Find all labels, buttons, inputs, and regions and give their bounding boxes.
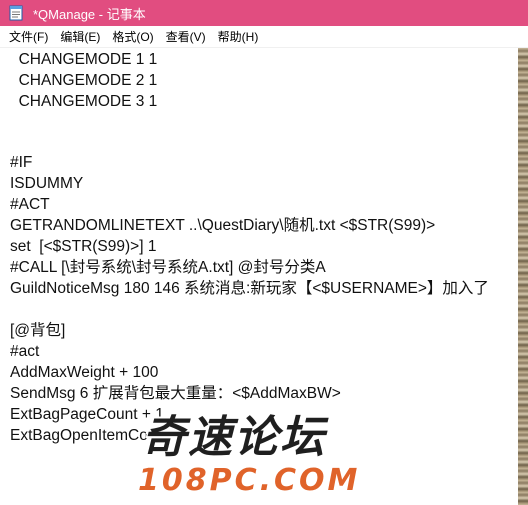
background-edge — [518, 48, 528, 505]
watermark-chinese-text: 奇速论坛 — [142, 412, 326, 463]
site-watermark: 奇速论坛 108PC.COM — [138, 414, 388, 502]
menu-view[interactable]: 查看(V) — [160, 28, 212, 45]
editor-line: ISDUMMY — [10, 175, 84, 192]
editor-line: CHANGEMODE 2 1 — [10, 72, 158, 89]
menu-file[interactable]: 文件(F) — [0, 28, 54, 45]
editor-line: GuildNoticeMsg 180 146 系统消息:新玩家【<$USERNA… — [10, 280, 489, 297]
menu-bar: 文件(F) 编辑(E) 格式(O) 查看(V) 帮助(H) — [0, 26, 528, 47]
editor-line: set [<$STR(S99)>] 1 — [10, 238, 157, 255]
editor-line: CHANGEMODE 1 1 — [10, 51, 158, 68]
editor-line: [@背包] — [10, 322, 66, 339]
editor-line: SendMsg 6 扩展背包最大重量：<$AddMaxBW> — [10, 385, 341, 402]
editor-line: #act — [10, 343, 40, 360]
editor-line: AddMaxWeight + 100 — [10, 364, 159, 381]
menu-format[interactable]: 格式(O) — [106, 28, 159, 45]
editor-line: #IF — [10, 154, 33, 171]
menu-help[interactable]: 帮助(H) — [212, 28, 265, 45]
editor-line: CHANGEMODE 3 1 — [10, 93, 158, 110]
title-bar[interactable]: *QManage - 记事本 — [0, 0, 528, 26]
menu-edit[interactable]: 编辑(E) — [54, 28, 106, 45]
editor-line: #CALL [\封号系统\封号系统A.txt] @封号分类A — [10, 259, 326, 276]
notepad-window: *QManage - 记事本 文件(F) 编辑(E) 格式(O) 查看(V) 帮… — [0, 0, 528, 505]
editor-line: GETRANDOMLINETEXT ..\QuestDiary\随机.txt <… — [10, 217, 436, 234]
notepad-icon — [9, 5, 23, 21]
watermark-latin-text: 108PC.COM — [138, 463, 361, 498]
editor-line: #ACT — [10, 196, 50, 213]
window-title: *QManage - 记事本 — [33, 6, 146, 22]
